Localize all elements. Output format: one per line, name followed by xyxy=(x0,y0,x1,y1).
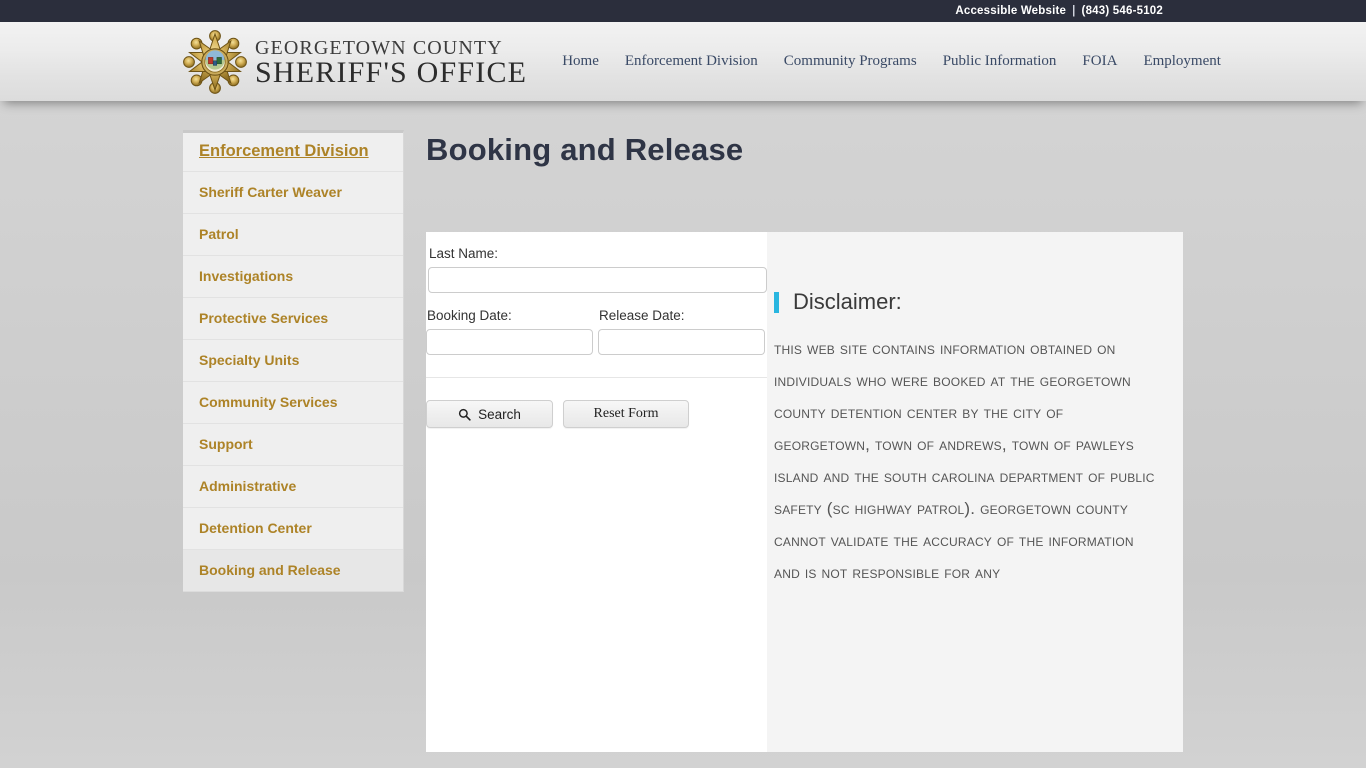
sidebar-item-protective-services[interactable]: Protective Services xyxy=(183,298,403,340)
sidebar-item-specialty-units[interactable]: Specialty Units xyxy=(183,340,403,382)
last-name-input[interactable] xyxy=(428,267,767,293)
sidebar-item-patrol[interactable]: Patrol xyxy=(183,214,403,256)
sheriff-star-badge-icon xyxy=(183,29,247,94)
last-name-label: Last Name: xyxy=(429,246,499,261)
booking-date-label: Booking Date: xyxy=(427,308,512,323)
release-date-field-block: Release Date: xyxy=(598,308,767,355)
accent-bar-icon xyxy=(774,291,779,313)
sidebar-item-sheriff-carter-weaver[interactable]: Sheriff Carter Weaver xyxy=(183,172,403,214)
brand-text: GEORGETOWN COUNTY SHERIFF'S OFFICE xyxy=(255,36,527,88)
date-fields-row: Booking Date: Release Date: xyxy=(426,308,767,355)
search-icon xyxy=(458,408,471,421)
main-content: Booking and Release Last Name: Booking D… xyxy=(404,130,1183,752)
release-date-input[interactable] xyxy=(598,329,765,355)
sidebar-item-detention-center[interactable]: Detention Center xyxy=(183,508,403,550)
booking-date-field-block: Booking Date: xyxy=(426,308,595,355)
form-divider xyxy=(426,377,767,378)
brand-line-office: SHERIFF'S OFFICE xyxy=(255,55,528,89)
nav-item-public-information[interactable]: Public Information xyxy=(930,47,1070,76)
page-body: Enforcement Division Sheriff Carter Weav… xyxy=(183,101,1183,752)
reset-form-button-label: Reset Form xyxy=(593,406,659,421)
main-navigation: Home Enforcement Division Community Prog… xyxy=(549,47,1234,76)
form-buttons-row: Search Reset Form xyxy=(426,400,767,428)
disclaimer-heading: Disclaimer: xyxy=(774,289,1159,315)
last-name-field-block: Last Name: xyxy=(426,242,767,293)
nav-item-enforcement-division[interactable]: Enforcement Division xyxy=(612,47,771,76)
accessible-website-link[interactable]: Accessible Website xyxy=(955,5,1066,17)
search-button[interactable]: Search xyxy=(426,400,553,428)
sidebar-navigation: Enforcement Division Sheriff Carter Weav… xyxy=(183,130,404,592)
site-header: GEORGETOWN COUNTY SHERIFF'S OFFICE Home … xyxy=(0,22,1366,101)
page-title: Booking and Release xyxy=(426,132,744,167)
phone-number-link[interactable]: (843) 546-5102 xyxy=(1082,5,1163,17)
sidebar-item-enforcement-division[interactable]: Enforcement Division xyxy=(183,133,403,172)
sidebar-item-community-services[interactable]: Community Services xyxy=(183,382,403,424)
disclaimer-heading-text: Disclaimer: xyxy=(793,289,902,314)
nav-item-community-programs[interactable]: Community Programs xyxy=(771,47,930,76)
top-utility-bar: Accessible Website | (843) 546-5102 xyxy=(0,0,1366,22)
nav-item-foia[interactable]: FOIA xyxy=(1069,47,1130,76)
header-inner: GEORGETOWN COUNTY SHERIFF'S OFFICE Home … xyxy=(183,22,1221,101)
topbar-separator: | xyxy=(1072,5,1076,17)
booking-date-input[interactable] xyxy=(426,329,593,355)
sidebar-item-booking-and-release[interactable]: Booking and Release xyxy=(183,550,403,591)
sidebar-item-support[interactable]: Support xyxy=(183,424,403,466)
sidebar-item-investigations[interactable]: Investigations xyxy=(183,256,403,298)
reset-form-button[interactable]: Reset Form xyxy=(563,400,689,428)
disclaimer-body: This web site contains information obtai… xyxy=(774,339,1155,582)
booking-search-form: Last Name: Booking Date: Release Date: S… xyxy=(426,232,767,752)
content-panels: Last Name: Booking Date: Release Date: S… xyxy=(426,232,1183,752)
search-button-label: Search xyxy=(478,406,521,422)
site-logo-link[interactable]: GEORGETOWN COUNTY SHERIFF'S OFFICE xyxy=(183,29,527,94)
nav-item-employment[interactable]: Employment xyxy=(1130,47,1234,76)
sidebar-item-administrative[interactable]: Administrative xyxy=(183,466,403,508)
nav-item-home[interactable]: Home xyxy=(549,47,612,76)
disclaimer-panel: Disclaimer: This web site contains infor… xyxy=(767,232,1183,752)
release-date-label: Release Date: xyxy=(599,308,685,323)
